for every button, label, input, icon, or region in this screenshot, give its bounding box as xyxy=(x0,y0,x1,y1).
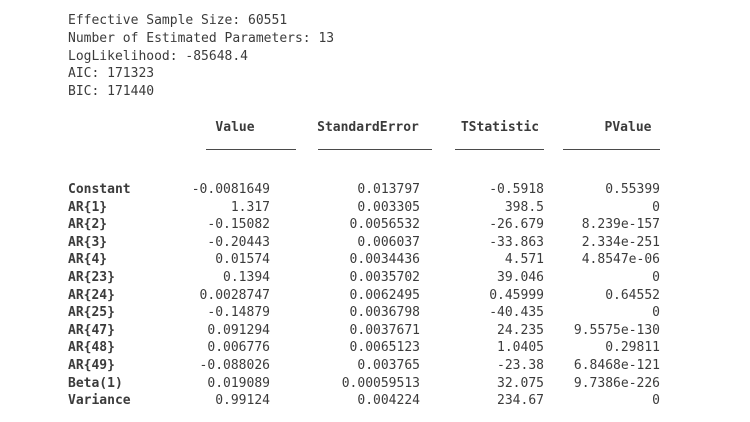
tstatistic-cell: -26.679 xyxy=(489,217,544,233)
table-row: AR{4} 0.01574 0.0034436 4.571 4.8547e-06 xyxy=(68,251,694,269)
value-cell: -0.0081649 xyxy=(191,182,270,197)
bic: BIC: 171440 xyxy=(68,84,155,100)
header-tstatistic: TStatistic xyxy=(460,120,540,135)
value-cell: 0.006776 xyxy=(207,340,270,356)
tstatistic-cell: 39.046 xyxy=(497,269,544,285)
tstatistic-cell: 32.075 xyxy=(497,375,544,391)
pvalue-cell: 4.8547e-06 xyxy=(581,252,660,268)
header-underline xyxy=(563,149,660,150)
pvalue-cell: 9.5575e-130 xyxy=(573,322,660,338)
table-row: AR{3} -0.20443 0.006037 -33.863 2.334e-251 xyxy=(68,234,694,252)
standard-error-cell: 0.013797 xyxy=(357,182,420,197)
row-name: AR{23} xyxy=(68,269,115,285)
value-cell: 0.091294 xyxy=(207,322,270,338)
row-name: AR{4} xyxy=(68,252,108,268)
header-value: Value xyxy=(215,120,255,135)
value-cell: 0.01574 xyxy=(215,252,270,268)
table-row: AR{25} -0.14879 0.0036798 -40.435 0 xyxy=(68,304,694,322)
standard-error-cell: 0.00059513 xyxy=(341,375,420,391)
row-name: Beta(1) xyxy=(68,375,123,391)
tstatistic-cell: 24.235 xyxy=(497,322,544,338)
pvalue-cell: 0 xyxy=(652,269,660,285)
row-name: AR{1} xyxy=(68,199,108,215)
header-blank xyxy=(68,119,172,137)
standard-error-cell: 0.0065123 xyxy=(349,340,420,356)
header-underline xyxy=(318,149,432,150)
value-cell: -0.20443 xyxy=(207,234,270,250)
parameter-table: Value StandardError TStatistic PValue Co… xyxy=(68,119,694,410)
pvalue-cell: 0 xyxy=(652,393,660,409)
row-name: AR{25} xyxy=(68,305,115,321)
row-name: Constant xyxy=(68,182,131,197)
tstatistic-cell: 1.0405 xyxy=(497,340,544,356)
tstatistic-cell: -33.863 xyxy=(489,234,544,250)
pvalue-cell: 0.64552 xyxy=(605,287,660,303)
num-estimated-parameters: Number of Estimated Parameters: 13 xyxy=(68,30,335,46)
row-name: AR{24} xyxy=(68,287,115,303)
value-cell: 0.0028747 xyxy=(199,287,270,303)
standard-error-cell: 0.003305 xyxy=(357,199,420,215)
effective-sample-size: Effective Sample Size: 60551 xyxy=(68,13,288,28)
value-cell: -0.14879 xyxy=(207,305,270,321)
tstatistic-cell: -40.435 xyxy=(489,305,544,321)
pvalue-cell: 6.8468e-121 xyxy=(573,357,660,373)
pvalue-cell: 0.55399 xyxy=(605,182,660,197)
value-cell: 1.317 xyxy=(230,199,270,215)
tstatistic-cell: 0.45999 xyxy=(489,287,544,303)
pvalue-cell: 9.7386e-226 xyxy=(573,375,660,391)
aic: AIC: 171323 xyxy=(68,66,155,82)
header-standard-error: StandardError xyxy=(317,120,419,135)
table-row: AR{23} 0.1394 0.0035702 39.046 0 xyxy=(68,269,694,287)
table-row: AR{47} 0.091294 0.0037671 24.235 9.5575e-130 xyxy=(68,322,694,340)
table-row: Variance 0.99124 0.004224 234.67 0 xyxy=(68,392,694,410)
parameter-rows: Constant -0.0081649 0.013797 -0.5918 0.55399… xyxy=(68,181,694,410)
standard-error-cell: 0.0036798 xyxy=(349,305,420,321)
tstatistic-cell: 398.5 xyxy=(504,199,544,215)
row-name: AR{49} xyxy=(68,357,115,373)
table-row: AR{48} 0.006776 0.0065123 1.0405 0.29811 xyxy=(68,339,694,357)
value-cell: 0.1394 xyxy=(223,269,270,285)
standard-error-cell: 0.0034436 xyxy=(349,252,420,268)
table-row: AR{1} 1.317 0.003305 398.5 0 xyxy=(68,199,694,217)
standard-error-cell: 0.003765 xyxy=(357,357,420,373)
pvalue-cell: 0 xyxy=(652,199,660,215)
header-underline-row xyxy=(68,137,694,181)
pvalue-cell: 0.29811 xyxy=(605,340,660,356)
standard-error-cell: 0.0062495 xyxy=(349,287,420,303)
standard-error-cell: 0.006037 xyxy=(357,234,420,250)
row-name: Variance xyxy=(68,393,131,409)
value-cell: 0.019089 xyxy=(207,375,270,391)
row-name: AR{2} xyxy=(68,217,108,233)
header-underline xyxy=(206,149,296,150)
value-cell: -0.088026 xyxy=(199,357,270,373)
value-cell: 0.99124 xyxy=(215,393,270,409)
value-cell: -0.15082 xyxy=(207,217,270,233)
pvalue-cell: 8.239e-157 xyxy=(581,217,660,233)
pvalue-cell: 2.334e-251 xyxy=(581,234,660,250)
standard-error-cell: 0.004224 xyxy=(357,393,420,409)
loglikelihood: LogLikelihood: -85648.4 xyxy=(68,48,249,64)
tstatistic-cell: 4.571 xyxy=(504,252,544,268)
table-row: Beta(1) 0.019089 0.00059513 32.075 9.7386e-2… xyxy=(68,375,694,393)
standard-error-cell: 0.0035702 xyxy=(349,269,420,285)
table-row: AR{49} -0.088026 0.003765 -23.38 6.8468e-121 xyxy=(68,357,694,375)
tstatistic-cell: -23.38 xyxy=(497,357,544,373)
header-pvalue: PValue xyxy=(604,120,652,135)
table-row: AR{24} 0.0028747 0.0062495 0.45999 0.64552 xyxy=(68,287,694,305)
row-name: AR{3} xyxy=(68,234,108,250)
table-row: AR{2} -0.15082 0.0056532 -26.679 8.239e-157 xyxy=(68,216,694,234)
standard-error-cell: 0.0037671 xyxy=(349,322,420,338)
row-name: AR{47} xyxy=(68,322,115,338)
tstatistic-cell: 234.67 xyxy=(497,393,544,409)
header-row: Value StandardError TStatistic PValue xyxy=(68,119,694,137)
row-name: AR{48} xyxy=(68,340,115,356)
table-row: Constant -0.0081649 0.013797 -0.5918 0.55399 xyxy=(68,181,694,199)
header-underline xyxy=(455,149,544,150)
model-summary: Effective Sample Size: 60551 Number of E… xyxy=(68,12,334,101)
tstatistic-cell: -0.5918 xyxy=(489,182,544,197)
pvalue-cell: 0 xyxy=(652,305,660,321)
standard-error-cell: 0.0056532 xyxy=(349,217,420,233)
